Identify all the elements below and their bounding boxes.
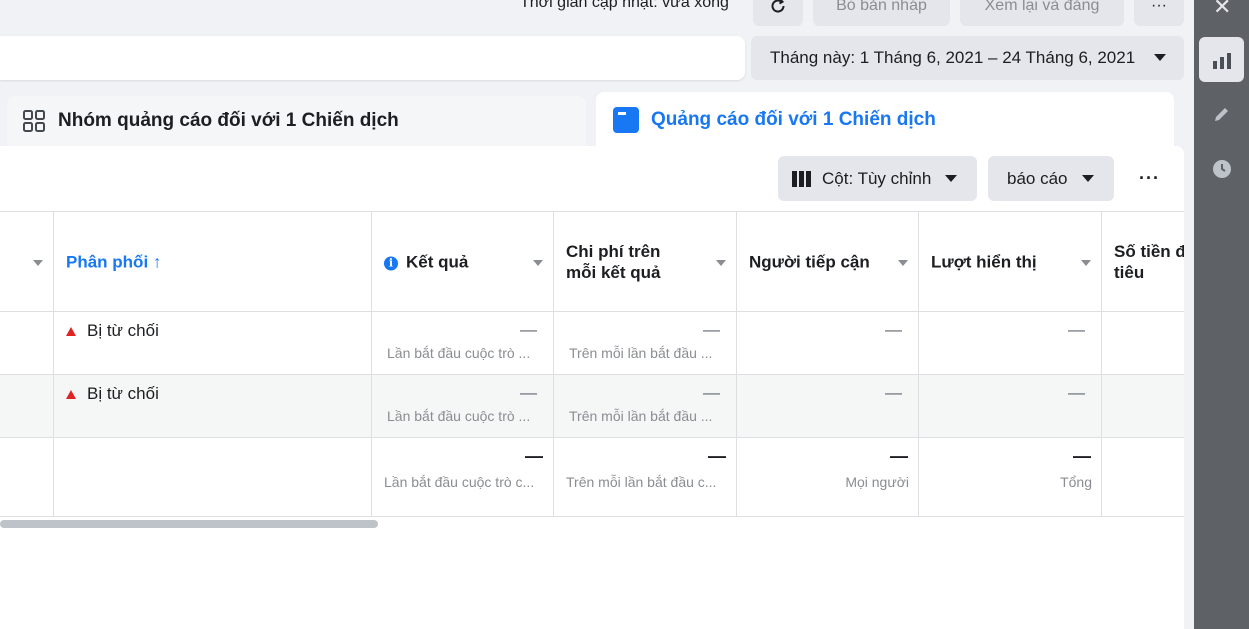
sort-caret-icon [898, 260, 908, 266]
header-cell-prev[interactable] [0, 212, 54, 311]
results-subtext: Lần bắt đầu cuộc trò ... [387, 345, 531, 361]
report-label: báo cáo [1007, 168, 1068, 188]
header-results[interactable]: i Kết quả [372, 212, 554, 311]
header-impressions[interactable]: Lượt hiển thị [919, 212, 1102, 311]
total-reach-cell: — Mọi người [737, 438, 919, 516]
report-button[interactable]: báo cáo [988, 156, 1114, 201]
header-results-label: Kết quả [406, 252, 469, 271]
chart-icon [1212, 52, 1231, 69]
performance-chart-button[interactable] [1199, 37, 1244, 82]
warning-icon [66, 326, 76, 336]
header-cost-line2: mỗi kết quả [566, 262, 661, 282]
clock-icon [1212, 159, 1231, 178]
results-cell: — Lần bắt đầu cuộc trò ... [372, 312, 554, 374]
reach-cell: — [737, 312, 919, 374]
table-header-row: Phân phối ↑ i Kết quả Chi phí trên mỗi kết… [0, 211, 1184, 311]
chevron-down-icon [945, 175, 958, 182]
status-text: Bị từ chối [87, 321, 159, 340]
header-reach[interactable]: Người tiếp cận [737, 212, 919, 311]
close-icon[interactable]: ✕ [1213, 0, 1231, 20]
total-results-subtext: Lần bắt đầu cuộc trò c... [384, 474, 535, 490]
reach-value: — [885, 320, 902, 339]
review-publish-button[interactable]: Xem lại và đăng [960, 0, 1124, 26]
header-spent-line2: tiêu [1114, 262, 1145, 282]
results-subtext: Lần bắt đầu cuộc trò ... [387, 408, 531, 424]
reach-cell: — [737, 375, 919, 437]
total-impressions-value: — [1073, 446, 1091, 466]
refresh-icon [771, 0, 785, 13]
right-sidebar: ✕ [1194, 0, 1249, 629]
table-more-button[interactable]: ··· [1127, 156, 1172, 201]
columns-button[interactable]: Cột: Tùy chỉnh [778, 156, 977, 201]
delivery-cell: Bị từ chối [54, 375, 372, 437]
sort-caret-icon [716, 260, 726, 266]
tab-ad-sets-label: Nhóm quảng cáo đối với 1 Chiến dịch [58, 110, 399, 131]
tab-ad-sets[interactable]: Nhóm quảng cáo đối với 1 Chiến dịch [7, 96, 586, 146]
total-reach-value: — [890, 446, 908, 466]
total-reach-subtext: Mọi người [845, 474, 909, 490]
impressions-value: — [1068, 383, 1085, 402]
grid-icon [23, 110, 45, 132]
header-delivery[interactable]: Phân phối ↑ [54, 212, 372, 311]
cost-subtext: Trên mỗi lần bắt đầu ... [569, 408, 713, 424]
results-cell: — Lần bắt đầu cuộc trò ... [372, 375, 554, 437]
cost-value: — [703, 320, 720, 339]
pencil-icon [1214, 107, 1228, 121]
total-cost-value: — [708, 446, 726, 466]
tab-ads-label: Quảng cáo đối với 1 Chiến dịch [651, 109, 936, 130]
total-results-cell: — Lần bắt đầu cuộc trò c... [372, 438, 554, 516]
refresh-button[interactable] [753, 0, 803, 26]
more-options-button[interactable]: ··· [1134, 0, 1184, 26]
sort-up-icon: ↑ [152, 252, 162, 271]
header-spent-line1: Số tiền đ [1114, 241, 1184, 261]
date-range-selector[interactable]: Tháng này: 1 Tháng 6, 2021 – 24 Tháng 6,… [751, 36, 1184, 80]
table-row[interactable]: Bị từ chối — Lần bắt đầu cuộc trò ... — … [0, 311, 1184, 374]
table-row[interactable]: Bị từ chối — Lần bắt đầu cuộc trò ... — … [0, 374, 1184, 437]
results-value: — [520, 320, 537, 339]
ads-table-panel: Cột: Tùy chỉnh báo cáo ··· Phân phối ↑ i… [0, 146, 1184, 629]
header-cost-line1: Chi phí trên [566, 241, 661, 261]
reach-value: — [885, 383, 902, 402]
results-value: — [520, 383, 537, 402]
header-delivery-label: Phân phối [66, 252, 149, 271]
discard-draft-button[interactable]: Bỏ bản nháp [813, 0, 950, 26]
top-bar: Thời gian cập nhật: vừa xong Bỏ bản nháp… [0, 0, 1194, 30]
cost-cell: — Trên mỗi lần bắt đầu ... [554, 312, 737, 374]
history-button[interactable] [1199, 146, 1244, 191]
info-icon: i [384, 256, 398, 270]
header-amount-spent[interactable]: Số tiền đ tiêu [1102, 212, 1184, 311]
sort-caret-icon [533, 260, 543, 266]
total-impressions-subtext: Tổng [1060, 474, 1092, 490]
total-cost-subtext: Trên mỗi lần bắt đầu c... [566, 474, 717, 490]
total-results-value: — [525, 446, 543, 466]
search-filter-bar[interactable] [0, 36, 745, 80]
chevron-down-icon [1154, 54, 1166, 61]
ad-icon [613, 107, 639, 133]
totals-row: — Lần bắt đầu cuộc trò c... — Trên mỗi l… [0, 437, 1184, 517]
impressions-cell: — [919, 312, 1102, 374]
total-cost-cell: — Trên mỗi lần bắt đầu c... [554, 438, 737, 516]
total-impressions-cell: — Tổng [919, 438, 1102, 516]
warning-icon [66, 389, 76, 399]
horizontal-scrollbar[interactable] [0, 520, 378, 528]
delivery-cell: Bị từ chối [54, 312, 372, 374]
update-status-text: Thời gian cập nhật: vừa xong [520, 0, 729, 11]
sort-caret-icon [1081, 260, 1091, 266]
header-impressions-label: Lượt hiển thị [931, 252, 1037, 271]
cost-cell: — Trên mỗi lần bắt đầu ... [554, 375, 737, 437]
columns-icon [792, 170, 811, 187]
tab-ads[interactable]: Quảng cáo đối với 1 Chiến dịch [596, 92, 1174, 148]
header-reach-label: Người tiếp cận [749, 252, 870, 271]
header-cost-per-result[interactable]: Chi phí trên mỗi kết quả [554, 212, 737, 311]
cost-subtext: Trên mỗi lần bắt đầu ... [569, 345, 713, 361]
cost-value: — [703, 383, 720, 402]
chevron-down-icon [1081, 175, 1094, 182]
columns-label: Cột: Tùy chỉnh [822, 168, 932, 188]
status-text: Bị từ chối [87, 384, 159, 403]
edit-button[interactable] [1199, 91, 1244, 136]
impressions-value: — [1068, 320, 1085, 339]
date-range-label: Tháng này: 1 Tháng 6, 2021 – 24 Tháng 6,… [770, 48, 1136, 67]
sort-caret-icon [33, 260, 43, 266]
impressions-cell: — [919, 375, 1102, 437]
